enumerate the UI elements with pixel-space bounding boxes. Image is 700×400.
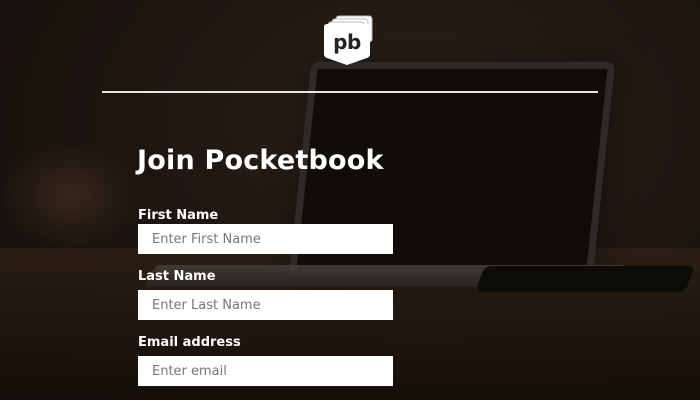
- first-name-label: First Name: [138, 208, 219, 223]
- pocketbook-logo[interactable]: pb: [322, 14, 380, 70]
- last-name-label: Last Name: [138, 269, 216, 284]
- email-label: Email address: [138, 335, 241, 350]
- logo-text: pb: [333, 30, 361, 54]
- header-divider: [102, 91, 598, 93]
- page-title: Join Pocketbook: [137, 145, 384, 176]
- first-name-input[interactable]: [138, 224, 393, 254]
- last-name-input[interactable]: [138, 290, 393, 320]
- email-input[interactable]: [138, 356, 393, 386]
